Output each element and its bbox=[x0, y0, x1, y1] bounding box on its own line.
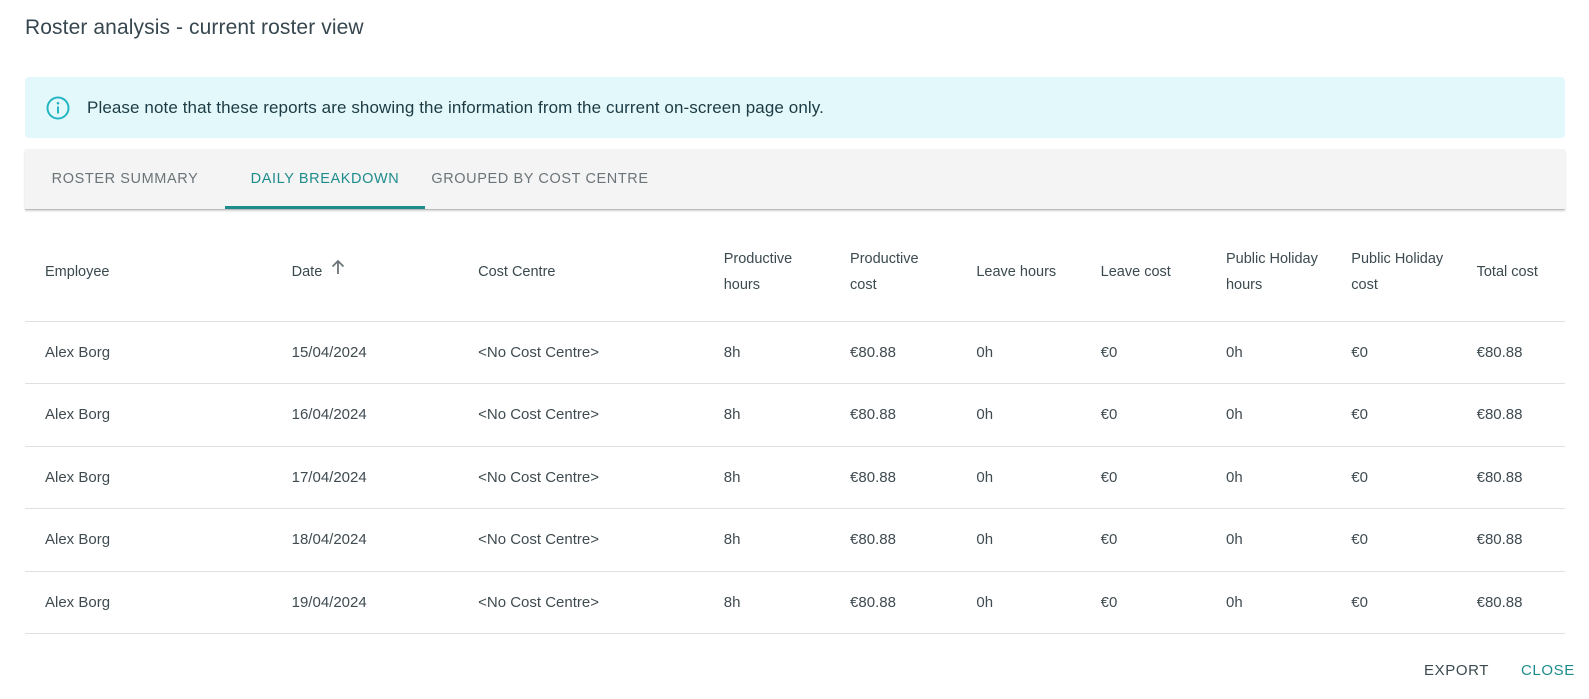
cell-productive-cost: €80.88 bbox=[830, 383, 957, 447]
cell-leave-hours: 0h bbox=[956, 383, 1081, 447]
table-row: Alex Borg 16/04/2024 <No Cost Centre> 8h… bbox=[25, 383, 1565, 447]
cell-leave-cost: €0 bbox=[1080, 571, 1206, 634]
cell-leave-hours: 0h bbox=[956, 321, 1081, 384]
cell-leave-cost: €0 bbox=[1080, 321, 1206, 384]
cell-productive-hours: 8h bbox=[703, 571, 831, 634]
cell-cost-centre: <No Cost Centre> bbox=[458, 571, 704, 634]
cell-date: 19/04/2024 bbox=[271, 571, 459, 634]
cell-public-holiday-cost: €0 bbox=[1331, 383, 1457, 447]
cell-productive-hours: 8h bbox=[703, 508, 831, 572]
cell-employee: Alex Borg bbox=[25, 383, 272, 447]
cell-employee: Alex Borg bbox=[25, 446, 272, 509]
cell-date: 18/04/2024 bbox=[271, 508, 459, 572]
cell-employee: Alex Borg bbox=[25, 508, 272, 572]
cell-productive-cost: €80.88 bbox=[830, 508, 957, 572]
cell-leave-cost: €0 bbox=[1080, 446, 1206, 509]
daily-breakdown-table: Employee Date Cost Centre Productive hou… bbox=[25, 224, 1565, 634]
column-header-productive-hours[interactable]: Productive hours bbox=[703, 224, 831, 322]
cell-public-holiday-hours: 0h bbox=[1205, 446, 1332, 509]
cell-productive-cost: €80.88 bbox=[830, 571, 957, 634]
export-button[interactable]: EXPORT bbox=[1424, 662, 1489, 679]
cell-productive-hours: 8h bbox=[703, 321, 831, 384]
tab-bar: ROSTER SUMMARY DAILY BREAKDOWN GROUPED B… bbox=[25, 149, 1565, 209]
column-header-total-cost[interactable]: Total cost bbox=[1456, 224, 1565, 322]
cell-leave-hours: 0h bbox=[956, 571, 1081, 634]
info-message: Please note that these reports are showi… bbox=[87, 97, 824, 117]
dialog-title: Roster analysis - current roster view bbox=[25, 16, 364, 39]
cell-public-holiday-hours: 0h bbox=[1205, 383, 1332, 447]
cell-public-holiday-cost: €0 bbox=[1331, 508, 1457, 572]
cell-total-cost: €80.88 bbox=[1456, 508, 1565, 572]
cell-cost-centre: <No Cost Centre> bbox=[458, 383, 704, 447]
cell-employee: Alex Borg bbox=[25, 571, 272, 634]
cell-public-holiday-hours: 0h bbox=[1205, 571, 1332, 634]
cell-cost-centre: <No Cost Centre> bbox=[458, 446, 704, 509]
cell-public-holiday-hours: 0h bbox=[1205, 508, 1332, 572]
column-header-cost-centre[interactable]: Cost Centre bbox=[458, 224, 704, 322]
column-header-employee[interactable]: Employee bbox=[25, 224, 272, 322]
column-header-public-holiday-hours[interactable]: Public Holiday hours bbox=[1205, 224, 1332, 322]
cell-total-cost: €80.88 bbox=[1456, 571, 1565, 634]
cell-leave-cost: €0 bbox=[1080, 508, 1206, 572]
cell-date: 15/04/2024 bbox=[271, 321, 459, 384]
table-row: Alex Borg 19/04/2024 <No Cost Centre> 8h… bbox=[25, 571, 1565, 634]
cell-leave-hours: 0h bbox=[956, 446, 1081, 509]
table-row: Alex Borg 17/04/2024 <No Cost Centre> 8h… bbox=[25, 446, 1565, 509]
column-header-productive-cost[interactable]: Productive cost bbox=[830, 224, 957, 322]
cell-cost-centre: <No Cost Centre> bbox=[458, 321, 704, 384]
cell-date: 16/04/2024 bbox=[271, 383, 459, 447]
arrow-up-icon[interactable] bbox=[330, 258, 346, 284]
close-button[interactable]: CLOSE bbox=[1521, 662, 1575, 679]
cell-total-cost: €80.88 bbox=[1456, 446, 1565, 509]
cell-date: 17/04/2024 bbox=[271, 446, 459, 509]
column-header-leave-hours[interactable]: Leave hours bbox=[956, 224, 1081, 322]
tab-roster-summary[interactable]: ROSTER SUMMARY bbox=[25, 149, 225, 209]
cell-productive-hours: 8h bbox=[703, 446, 831, 509]
tab-daily-breakdown[interactable]: DAILY BREAKDOWN bbox=[225, 149, 425, 209]
cell-productive-cost: €80.88 bbox=[830, 321, 957, 384]
column-header-leave-cost[interactable]: Leave cost bbox=[1080, 224, 1206, 322]
cell-leave-cost: €0 bbox=[1080, 383, 1206, 447]
cell-employee: Alex Borg bbox=[25, 321, 272, 384]
cell-cost-centre: <No Cost Centre> bbox=[458, 508, 704, 572]
cell-productive-cost: €80.88 bbox=[830, 446, 957, 509]
table-row: Alex Borg 18/04/2024 <No Cost Centre> 8h… bbox=[25, 508, 1565, 572]
tab-grouped-by-cost-centre[interactable]: GROUPED BY COST CENTRE bbox=[425, 149, 655, 209]
column-header-date[interactable]: Date bbox=[271, 224, 459, 322]
info-circle-icon bbox=[45, 95, 71, 121]
cell-public-holiday-cost: €0 bbox=[1331, 321, 1457, 384]
cell-public-holiday-cost: €0 bbox=[1331, 571, 1457, 634]
column-header-public-holiday-cost[interactable]: Public Holiday cost bbox=[1331, 224, 1457, 322]
cell-leave-hours: 0h bbox=[956, 508, 1081, 572]
cell-public-holiday-cost: €0 bbox=[1331, 446, 1457, 509]
cell-total-cost: €80.88 bbox=[1456, 383, 1565, 447]
cell-public-holiday-hours: 0h bbox=[1205, 321, 1332, 384]
info-banner: Please note that these reports are showi… bbox=[25, 77, 1565, 138]
cell-total-cost: €80.88 bbox=[1456, 321, 1565, 384]
cell-productive-hours: 8h bbox=[703, 383, 831, 447]
table-header-row: Employee Date Cost Centre Productive hou… bbox=[25, 224, 1565, 322]
table-row: Alex Borg 15/04/2024 <No Cost Centre> 8h… bbox=[25, 321, 1565, 384]
